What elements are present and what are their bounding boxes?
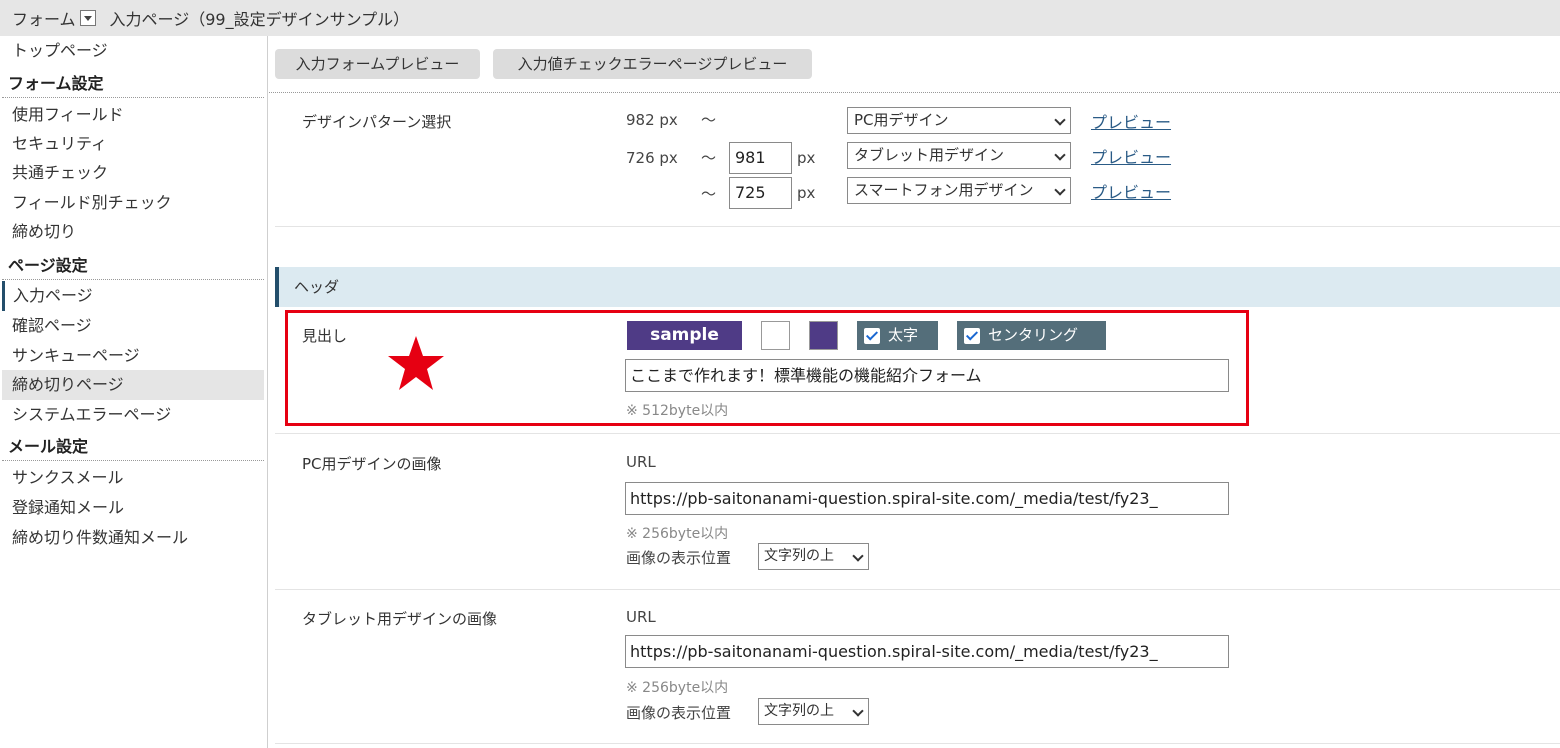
- checkbox-checked-icon[interactable]: [964, 328, 980, 344]
- sidebar: トップページ フォーム設定 使用フィールド セキュリティ 共通チェック フィール…: [0, 36, 268, 748]
- sidebar-item-confirm-page[interactable]: 確認ページ: [2, 311, 264, 341]
- section-divider: [275, 589, 1560, 590]
- sidebar-item-common-check[interactable]: 共通チェック: [2, 158, 264, 188]
- chevron-down-icon: [1054, 114, 1066, 126]
- chevron-down-icon: [1054, 184, 1066, 196]
- tablet-image-position-label: 画像の表示位置: [626, 704, 732, 722]
- form-menu-label[interactable]: フォーム: [12, 6, 76, 30]
- tablet-image-position-select[interactable]: 文字列の上: [758, 698, 869, 725]
- sidebar-item-deadline-page[interactable]: 締め切りページ: [2, 370, 264, 400]
- pc-image-url-input[interactable]: https://pb-saitonanami-question.spiral-s…: [625, 482, 1229, 515]
- tablet-image-position-value: 文字列の上: [764, 703, 834, 719]
- sidebar-heading-page-settings: ページ設定: [2, 252, 264, 280]
- sidebar-item-deadline-count-mail[interactable]: 締め切り件数通知メール: [2, 523, 264, 553]
- tablet-image-byte-hint: ※ 256byte以内: [626, 680, 729, 696]
- tablet-max-width-input[interactable]: 981: [729, 142, 792, 174]
- tablet-image-url-input[interactable]: https://pb-saitonanami-question.spiral-s…: [625, 635, 1229, 668]
- heading-label: 見出し: [302, 327, 348, 345]
- smartphone-tilde: ～: [701, 185, 717, 203]
- smartphone-design-select[interactable]: スマートフォン用デザイン: [847, 177, 1071, 204]
- sidebar-item-thanks-mail[interactable]: サンクスメール: [2, 463, 264, 493]
- top-bar: フォーム 入力ページ（99_設定デザインサンプル）: [0, 0, 1560, 36]
- design-pattern-label: デザインパターン選択: [302, 113, 452, 131]
- page-title: 入力ページ（99_設定デザインサンプル）: [109, 10, 410, 29]
- sidebar-item-system-error-page[interactable]: システムエラーページ: [2, 400, 264, 430]
- sidebar-item-input-page[interactable]: 入力ページ: [2, 281, 264, 311]
- pc-image-url-label: URL: [626, 453, 656, 471]
- toolbar-divider: [269, 92, 1560, 93]
- checkbox-checked-icon[interactable]: [864, 328, 880, 344]
- pc-min-width: 982 px: [626, 111, 678, 129]
- tablet-tilde: ～: [701, 149, 717, 167]
- centering-toggle[interactable]: センタリング: [957, 321, 1106, 350]
- sidebar-item-top-page[interactable]: トップページ: [2, 36, 264, 66]
- sidebar-item-deadline[interactable]: 締め切り: [2, 217, 264, 247]
- pc-image-position-select[interactable]: 文字列の上: [758, 543, 869, 570]
- pc-design-select[interactable]: PC用デザイン: [847, 107, 1071, 134]
- smartphone-preview-link[interactable]: プレビュー: [1091, 179, 1171, 203]
- pc-preview-link[interactable]: プレビュー: [1091, 109, 1171, 133]
- dropdown-arrow-icon[interactable]: [79, 10, 96, 26]
- tablet-design-select-value: タブレット用デザイン: [854, 146, 1005, 164]
- input-form-preview-button[interactable]: 入力フォームプレビュー: [275, 49, 480, 79]
- sidebar-heading-mail-settings: メール設定: [2, 433, 264, 461]
- centering-label: センタリング: [988, 326, 1079, 344]
- heading-byte-hint: ※ 512byte以内: [626, 403, 729, 419]
- text-color-swatch[interactable]: [809, 321, 838, 350]
- pc-image-position-label: 画像の表示位置: [626, 549, 732, 567]
- star-icon: [388, 336, 444, 390]
- chevron-down-icon: [1054, 149, 1066, 161]
- header-section-title: ヘッダ: [275, 267, 1560, 307]
- smartphone-max-width-input[interactable]: 725: [729, 177, 792, 209]
- pc-image-position-value: 文字列の上: [764, 548, 834, 564]
- pc-tilde: ～: [701, 111, 717, 129]
- bold-toggle[interactable]: 太字: [857, 321, 938, 350]
- main-content: 入力フォームプレビュー 入力値チェックエラーページプレビュー デザインパターン選…: [269, 36, 1560, 748]
- tablet-unit: px: [797, 149, 816, 167]
- pc-image-label: PC用デザインの画像: [302, 455, 442, 473]
- smartphone-design-select-value: スマートフォン用デザイン: [854, 181, 1034, 199]
- sidebar-item-notify-mail[interactable]: 登録通知メール: [2, 493, 264, 523]
- error-page-preview-button[interactable]: 入力値チェックエラーページプレビュー: [493, 49, 812, 79]
- tablet-min-width: 726 px: [626, 149, 678, 167]
- sidebar-item-fields[interactable]: 使用フィールド: [2, 100, 264, 130]
- sidebar-item-thankyou-page[interactable]: サンキューページ: [2, 341, 264, 371]
- section-divider: [275, 433, 1560, 434]
- pc-design-select-value: PC用デザイン: [854, 111, 949, 129]
- chevron-down-icon: [852, 705, 864, 717]
- tablet-design-select[interactable]: タブレット用デザイン: [847, 142, 1071, 169]
- tablet-image-label: タブレット用デザインの画像: [302, 610, 498, 628]
- chevron-down-icon: [852, 550, 864, 562]
- heading-sample-preview: sample: [627, 321, 742, 350]
- sidebar-item-field-check[interactable]: フィールド別チェック: [2, 188, 264, 218]
- section-divider: [275, 226, 1560, 227]
- bold-label: 太字: [888, 326, 919, 344]
- section-divider: [275, 743, 1560, 744]
- heading-text-input[interactable]: ここまで作れます！標準機能の機能紹介フォーム: [625, 359, 1229, 392]
- background-color-swatch[interactable]: [761, 321, 790, 350]
- tablet-image-url-label: URL: [626, 608, 656, 626]
- tablet-preview-link[interactable]: プレビュー: [1091, 144, 1171, 168]
- smartphone-unit: px: [797, 184, 816, 202]
- sidebar-item-security[interactable]: セキュリティ: [2, 129, 264, 159]
- pc-image-byte-hint: ※ 256byte以内: [626, 526, 729, 542]
- sidebar-heading-form-settings: フォーム設定: [2, 70, 264, 98]
